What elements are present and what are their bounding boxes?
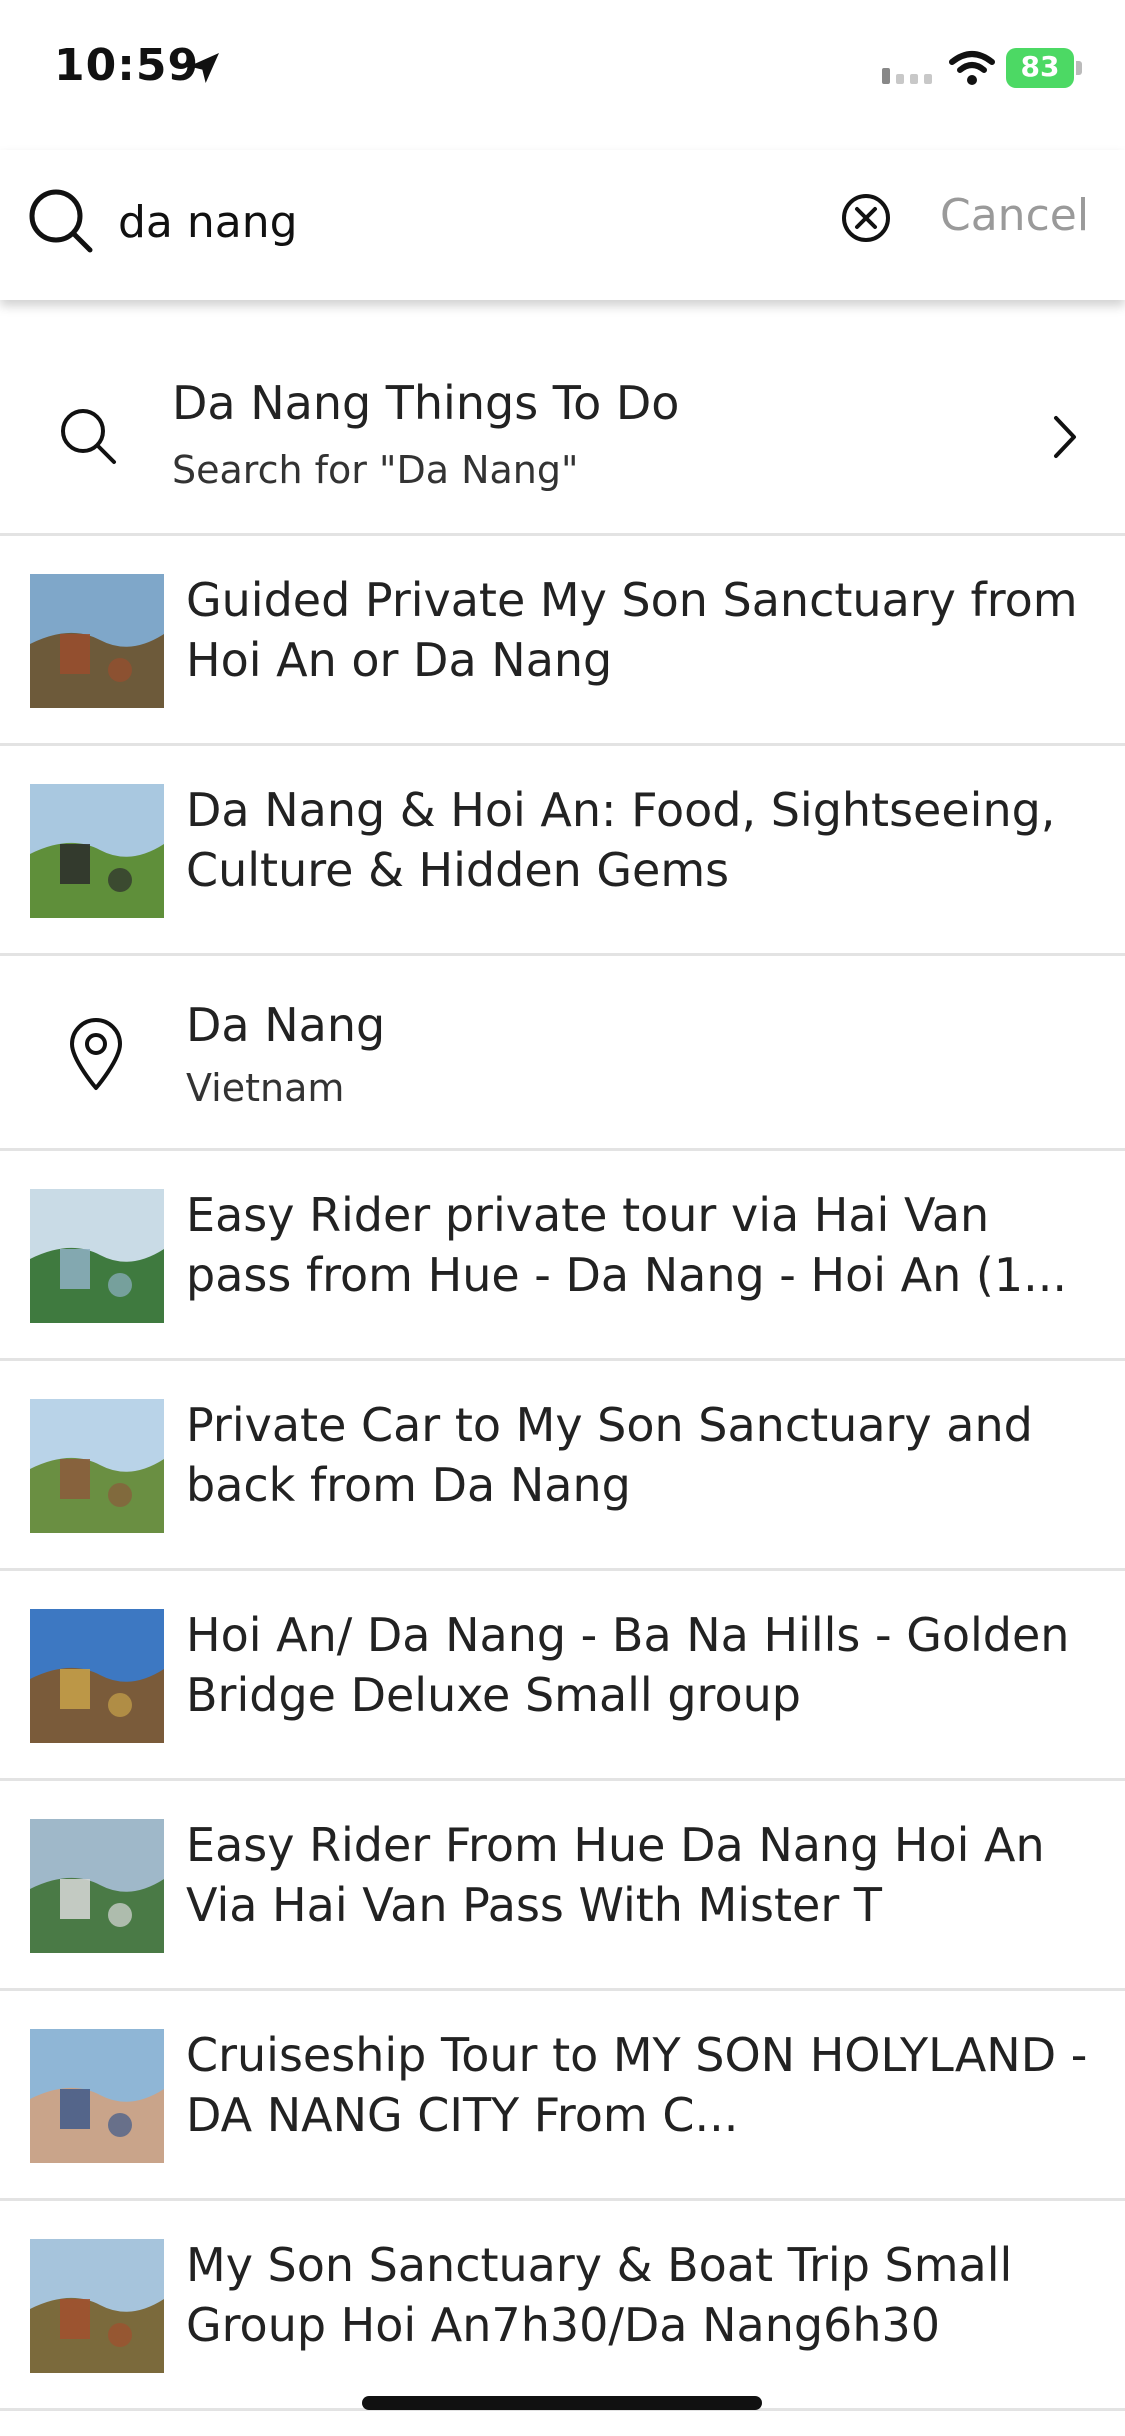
result-thumbnail [30,2029,164,2163]
wifi-icon [949,51,995,85]
status-bar: 10:59 83 [0,0,1125,140]
result-title: Private Car to My Son Sanctuary and back… [186,1398,1033,1512]
result-item[interactable]: Da Nang & Hoi An: Food, Sightseeing, Cul… [0,746,1125,956]
result-item[interactable]: Easy Rider private tour via Hai Van pass… [0,1151,1125,1361]
result-thumbnail [30,1609,164,1743]
result-title: Cruiseship Tour to MY SON HOLYLAND - DA … [186,2028,1088,2142]
result-thumbnail [30,1399,164,1533]
results-list: Da Nang Things To Do Search for "Da Nang… [0,300,1125,2411]
result-item[interactable]: My Son Sanctuary & Boat Trip Small Group… [0,2201,1125,2411]
status-time: 10:59 [54,40,200,91]
result-item[interactable]: Easy Rider From Hue Da Nang Hoi An Via H… [0,1781,1125,1991]
search-header: Cancel [0,150,1125,300]
battery-level: 83 [1020,50,1060,83]
result-title: Guided Private My Son Sanctuary from Hoi… [186,573,1078,687]
place-row[interactable]: Da Nang Vietnam [0,956,1125,1151]
result-title: Easy Rider private tour via Hai Van pass… [186,1188,1067,1302]
result-title: My Son Sanctuary & Boat Trip Small Group… [186,2238,1013,2352]
place-subtitle: Vietnam [186,1066,345,1110]
result-item[interactable]: Hoi An/ Da Nang - Ba Na Hills - Golden B… [0,1571,1125,1781]
search-all-subtitle: Search for "Da Nang" [172,448,579,492]
search-icon [29,189,93,253]
search-all-title: Da Nang Things To Do [172,376,680,430]
result-title: Da Nang & Hoi An: Food, Sightseeing, Cul… [186,783,1056,897]
result-thumbnail [30,1819,164,1953]
result-thumbnail [30,574,164,708]
search-input[interactable] [118,184,818,260]
result-thumbnail [30,784,164,918]
result-thumbnail [30,2239,164,2373]
search-icon [61,409,116,464]
home-indicator [362,2396,762,2410]
map-pin-icon [70,1018,122,1090]
result-title: Hoi An/ Da Nang - Ba Na Hills - Golden B… [186,1608,1070,1722]
clear-search-icon[interactable] [838,190,894,246]
location-arrow-icon [189,53,219,83]
place-title: Da Nang [186,998,386,1052]
cancel-button[interactable]: Cancel [940,190,1089,241]
result-item[interactable]: Private Car to My Son Sanctuary and back… [0,1361,1125,1571]
signal-icon [882,68,932,84]
result-item[interactable]: Guided Private My Son Sanctuary from Hoi… [0,536,1125,746]
chevron-right-icon [1054,416,1076,458]
result-title: Easy Rider From Hue Da Nang Hoi An Via H… [186,1818,1045,1932]
battery-icon: 83 [1006,48,1082,88]
result-thumbnail [30,1189,164,1323]
search-all-row[interactable]: Da Nang Things To Do Search for "Da Nang… [0,300,1125,536]
result-item[interactable]: Cruiseship Tour to MY SON HOLYLAND - DA … [0,1991,1125,2201]
